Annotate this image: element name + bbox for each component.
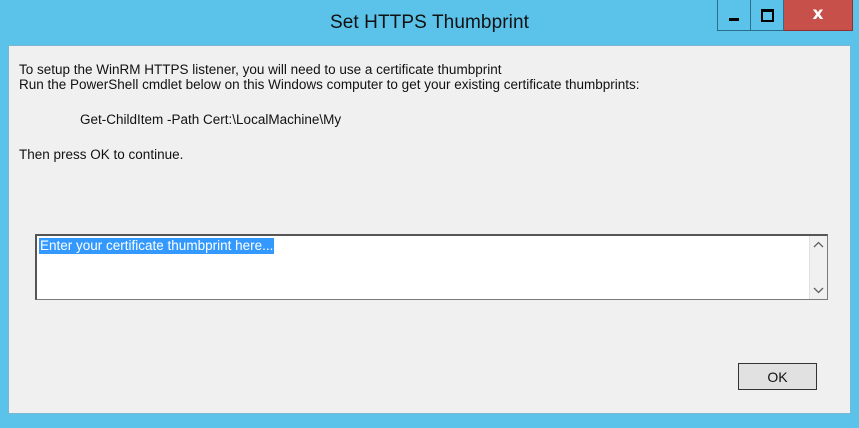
close-button[interactable]: x (784, 0, 853, 31)
close-icon: x (812, 4, 824, 24)
scroll-up-button[interactable] (810, 236, 827, 253)
continue-instruction: Then press OK to continue. (19, 147, 184, 162)
instruction-line-1: To setup the WinRM HTTPS listener, you w… (19, 62, 502, 77)
ok-button[interactable]: OK (738, 363, 817, 390)
textarea-scrollbar[interactable] (809, 236, 827, 299)
title-bar[interactable]: Set HTTPS Thumbprint x (0, 0, 859, 45)
chevron-up-icon (813, 241, 824, 248)
minimize-button[interactable] (717, 0, 751, 31)
thumbprint-input-text[interactable]: Enter your certificate thumbprint here..… (39, 238, 275, 254)
dialog-body: To setup the WinRM HTTPS listener, you w… (8, 45, 851, 414)
maximize-button[interactable] (751, 0, 784, 31)
scroll-down-button[interactable] (810, 282, 827, 299)
thumbprint-textarea[interactable]: Enter your certificate thumbprint here..… (35, 234, 828, 300)
chevron-down-icon (813, 287, 824, 294)
minimize-icon (729, 17, 739, 21)
instruction-line-2: Run the PowerShell cmdlet below on this … (19, 77, 640, 92)
powershell-command: Get-ChildItem -Path Cert:\LocalMachine\M… (80, 112, 342, 127)
maximize-icon (760, 8, 774, 22)
dialog-window: Set HTTPS Thumbprint x To setup the WinR… (0, 0, 859, 428)
